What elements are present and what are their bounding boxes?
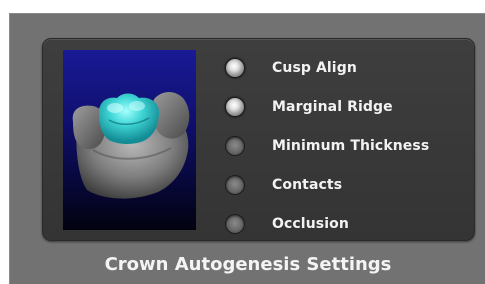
- cusp-align-label: Cusp Align: [272, 60, 357, 77]
- occlusion-label: Occlusion: [272, 215, 349, 232]
- tooth-preview-viewport[interactable]: [63, 50, 196, 230]
- marginal-ridge-label: Marginal Ridge: [272, 99, 393, 116]
- tooth-crown-icon: [72, 92, 190, 199]
- option-occlusion[interactable]: Occlusion: [225, 204, 465, 243]
- settings-panel: Cusp Align Marginal Ridge Minimum Thickn…: [42, 38, 475, 241]
- occlusion-radio[interactable]: [225, 213, 245, 234]
- option-cusp-align[interactable]: Cusp Align: [225, 49, 465, 88]
- panel-title: Crown Autogenesis Settings: [104, 254, 392, 275]
- option-marginal-ridge[interactable]: Marginal Ridge: [225, 88, 465, 127]
- contacts-label: Contacts: [272, 176, 343, 193]
- marginal-ridge-radio[interactable]: [225, 97, 245, 118]
- cusp-align-radio[interactable]: [225, 58, 245, 79]
- option-contacts[interactable]: Contacts: [225, 165, 465, 204]
- contacts-radio[interactable]: [225, 174, 245, 195]
- minimum-thickness-label: Minimum Thickness: [272, 137, 430, 154]
- option-minimum-thickness[interactable]: Minimum Thickness: [225, 127, 465, 166]
- minimum-thickness-radio[interactable]: [225, 135, 245, 156]
- settings-frame: Cusp Align Marginal Ridge Minimum Thickn…: [9, 13, 485, 284]
- autogenesis-options-list: Cusp Align Marginal Ridge Minimum Thickn…: [225, 49, 465, 243]
